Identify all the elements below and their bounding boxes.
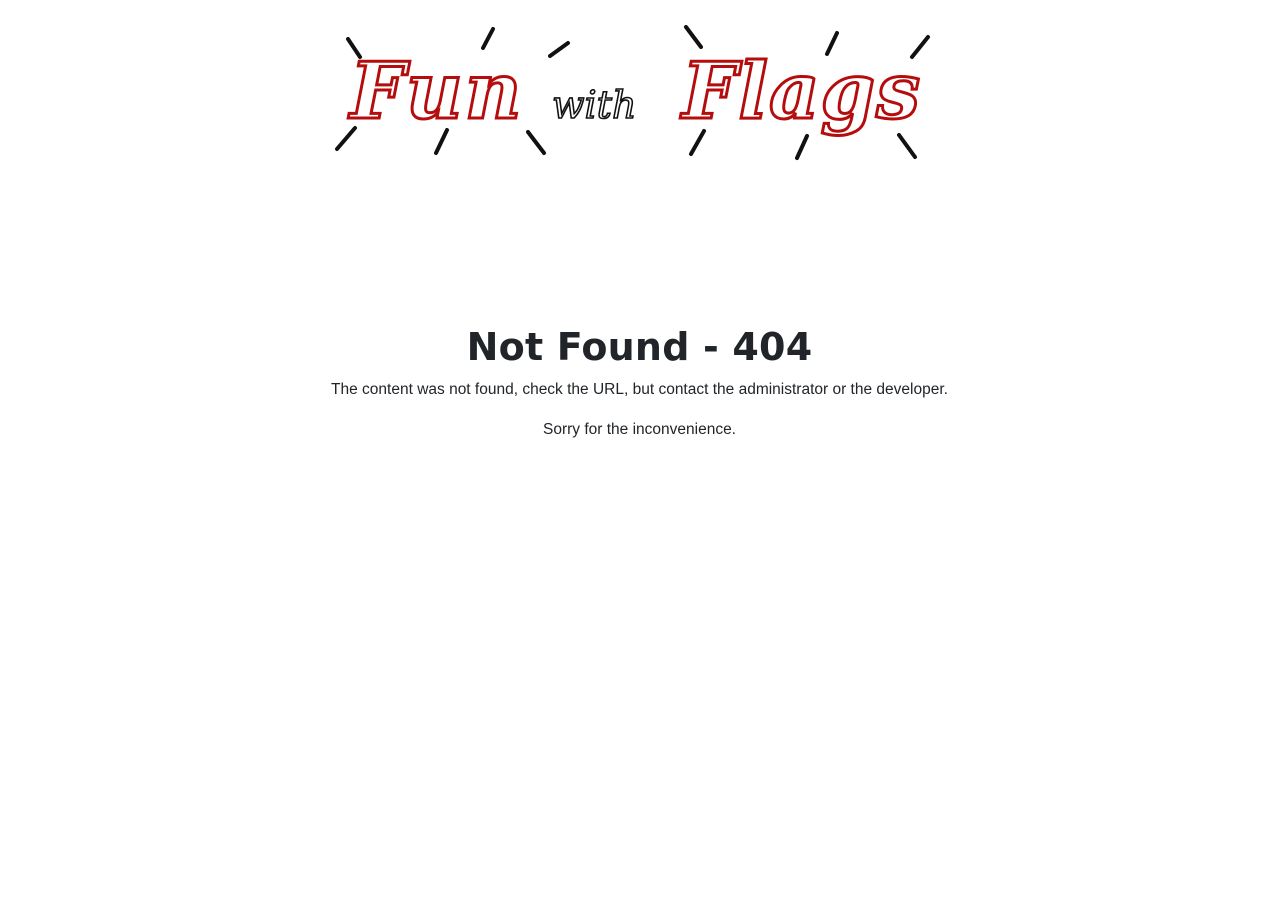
logo-lettering: Fun with Flags: [347, 45, 922, 139]
error-content: Not Found - 404 The content was not foun…: [0, 322, 1279, 442]
apology-message: Sorry for the inconvenience.: [543, 421, 736, 438]
fun-with-flags-logo: Fun with Flags: [330, 20, 940, 165]
error-message: The content was not found, check the URL…: [331, 381, 948, 398]
svg-text:Fun: Fun: [348, 46, 523, 137]
error-title: Not Found - 404: [466, 325, 813, 369]
svg-text:with: with: [552, 83, 636, 127]
svg-text:Flags: Flags: [680, 46, 921, 137]
